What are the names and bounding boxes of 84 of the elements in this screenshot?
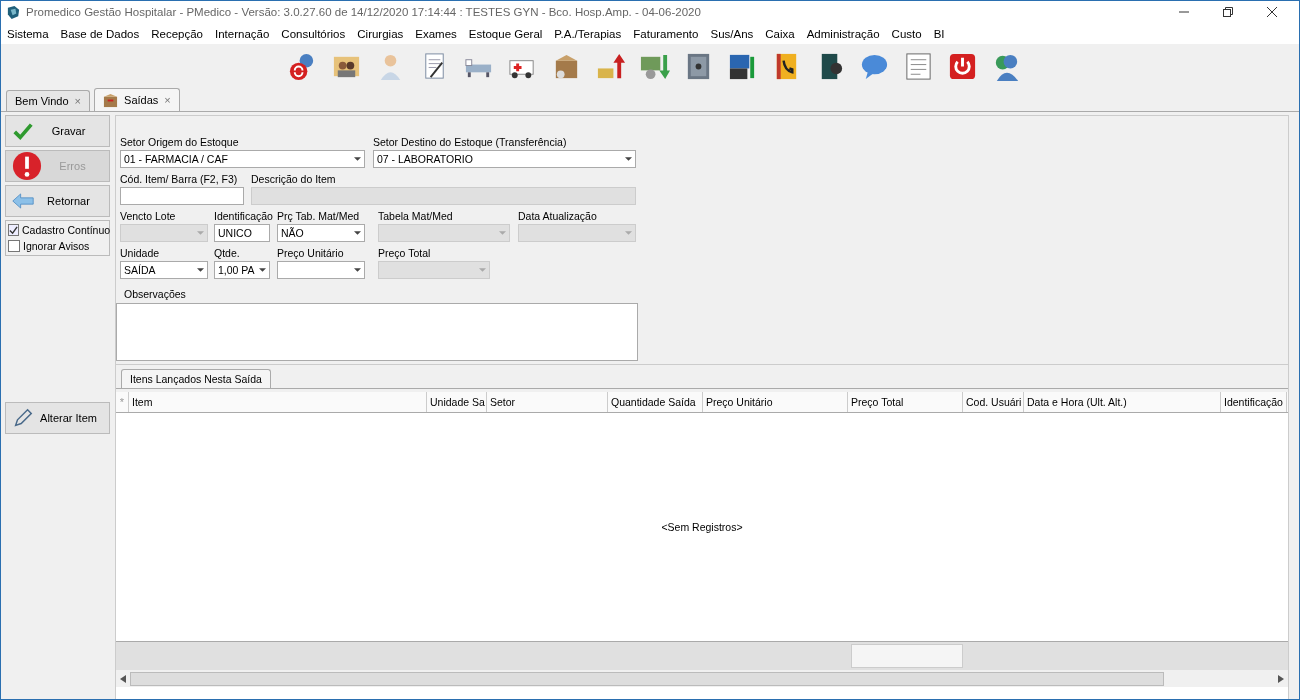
dropdown[interactable]: SAÍDA: [120, 261, 208, 279]
field-label: Setor Origem do Estoque: [120, 135, 239, 149]
tab-close-button[interactable]: ×: [164, 94, 171, 106]
column-header[interactable]: Identificação: [1221, 392, 1287, 412]
column-header[interactable]: Cod. Usuári: [963, 392, 1024, 412]
menu-item[interactable]: Sistema: [7, 27, 49, 40]
dropdown[interactable]: 1,00 PA: [214, 261, 270, 279]
dropdown-arrow-icon: [354, 157, 361, 161]
menu-item[interactable]: Estoque Geral: [468, 27, 543, 40]
field-label: Descrição do Item: [251, 172, 336, 186]
scroll-left-icon[interactable]: [120, 674, 126, 683]
column-header[interactable]: Data e Hora (Ult. Alt.): [1024, 392, 1221, 412]
close-icon[interactable]: [1267, 7, 1277, 17]
field-label: Identificação: [214, 209, 273, 223]
stock-out-icon: [103, 92, 119, 108]
field-label: Qtde.: [214, 246, 240, 260]
warning-icon: [12, 151, 42, 181]
input-field[interactable]: [120, 187, 244, 205]
check-icon: [9, 225, 18, 235]
column-header[interactable]: Preço Unitário: [703, 392, 848, 412]
column-header[interactable]: Setor: [487, 392, 608, 412]
dropdown[interactable]: 07 - LABORATORIO: [373, 150, 636, 168]
menu-item[interactable]: Exames: [415, 27, 457, 40]
menu-item[interactable]: BI: [933, 27, 945, 40]
dropdown-arrow-icon: [197, 231, 204, 235]
menu-item[interactable]: Base de Dados: [60, 27, 140, 40]
dropdown-arrow-icon: [259, 268, 266, 272]
horizontal-scrollbar[interactable]: [116, 670, 1288, 687]
dropdown[interactable]: NÃO: [277, 224, 365, 242]
dropdown-arrow-icon: [479, 268, 486, 272]
menu-item[interactable]: Custo: [891, 27, 922, 40]
dropdown-arrow-icon: [499, 231, 506, 235]
checkbox-label[interactable]: Ignorar Avisos: [23, 239, 90, 253]
field-label: Vencto Lote: [120, 209, 176, 223]
scroll-right-icon[interactable]: [1278, 674, 1284, 683]
scrollbar-thumb[interactable]: [130, 671, 1164, 686]
checkbox[interactable]: [8, 224, 19, 236]
tab[interactable]: Saídas ×: [94, 88, 180, 111]
empty-message: <Sem Registros>: [661, 521, 743, 533]
column-header[interactable]: Preço Total: [848, 392, 963, 412]
notes-field[interactable]: [116, 303, 638, 361]
dropdown-arrow-icon: [354, 231, 361, 235]
column-header[interactable]: Unidade Sa: [427, 392, 487, 412]
dropdown-arrow-icon: [197, 268, 204, 272]
menu-item[interactable]: Sus/Ans: [710, 27, 754, 40]
field-label: Data Atualização: [518, 209, 597, 223]
tab[interactable]: Bem Vindo ×: [6, 90, 91, 111]
menu-item[interactable]: Administração: [806, 27, 880, 40]
tab[interactable]: Itens Lançados Nesta Saída: [121, 369, 271, 388]
pencil-icon: [12, 407, 34, 429]
field-label: Preço Total: [378, 246, 431, 260]
tab-close-button[interactable]: ×: [74, 95, 82, 107]
back-button[interactable]: Retornar: [5, 185, 110, 217]
menu-item[interactable]: Caixa: [765, 27, 795, 40]
dropdown-arrow-icon: [625, 231, 632, 235]
dropdown-arrow-icon: [625, 157, 632, 161]
checkbox[interactable]: [8, 240, 20, 252]
save-button[interactable]: Gravar: [5, 115, 110, 147]
column-header[interactable]: Item: [129, 392, 427, 412]
edit-item-button[interactable]: Alterar Item: [5, 402, 110, 434]
field-label: Preço Unitário: [277, 246, 344, 260]
field-label: Unidade: [120, 246, 160, 260]
dropdown[interactable]: 01 - FARMACIA / CAF: [120, 150, 365, 168]
restore-icon[interactable]: [1223, 7, 1233, 17]
input-field[interactable]: UNICO: [214, 224, 270, 242]
dropdown[interactable]: [277, 261, 365, 279]
field-label: Tabela Mat/Med: [378, 209, 453, 223]
field-label: Prç Tab. Mat/Med: [277, 209, 360, 223]
field-label: Cód. Item/ Barra (F2, F3): [120, 172, 238, 186]
menu-item[interactable]: Faturamento: [633, 27, 699, 40]
menu-item[interactable]: Cirurgias: [357, 27, 404, 40]
app-logo-icon: [6, 4, 21, 20]
left-arrow-icon: [12, 190, 34, 212]
column-header[interactable]: Quantidade Saída: [608, 392, 703, 412]
dropdown-arrow-icon: [354, 268, 361, 272]
row-indicator: *: [116, 392, 129, 412]
checkbox-label[interactable]: Cadastro Contínuo: [22, 223, 111, 237]
field-label: Setor Destino do Estoque (Transferência): [373, 135, 567, 149]
menu-item[interactable]: Internação: [215, 27, 270, 40]
menu-item[interactable]: Consultórios: [281, 27, 346, 40]
menu-item[interactable]: P.A./Terapias: [554, 27, 622, 40]
menu-item[interactable]: Recepção: [151, 27, 203, 40]
window-title: Promedico Gestão Hospitalar - PMedico - Versão: 3.0.27.60 de 14/12/2020 17:14:44 : TESTES GYN - Bco. Hosp.Amp. - 04-06-2020: [26, 6, 701, 18]
field-label: Observações: [124, 287, 186, 301]
